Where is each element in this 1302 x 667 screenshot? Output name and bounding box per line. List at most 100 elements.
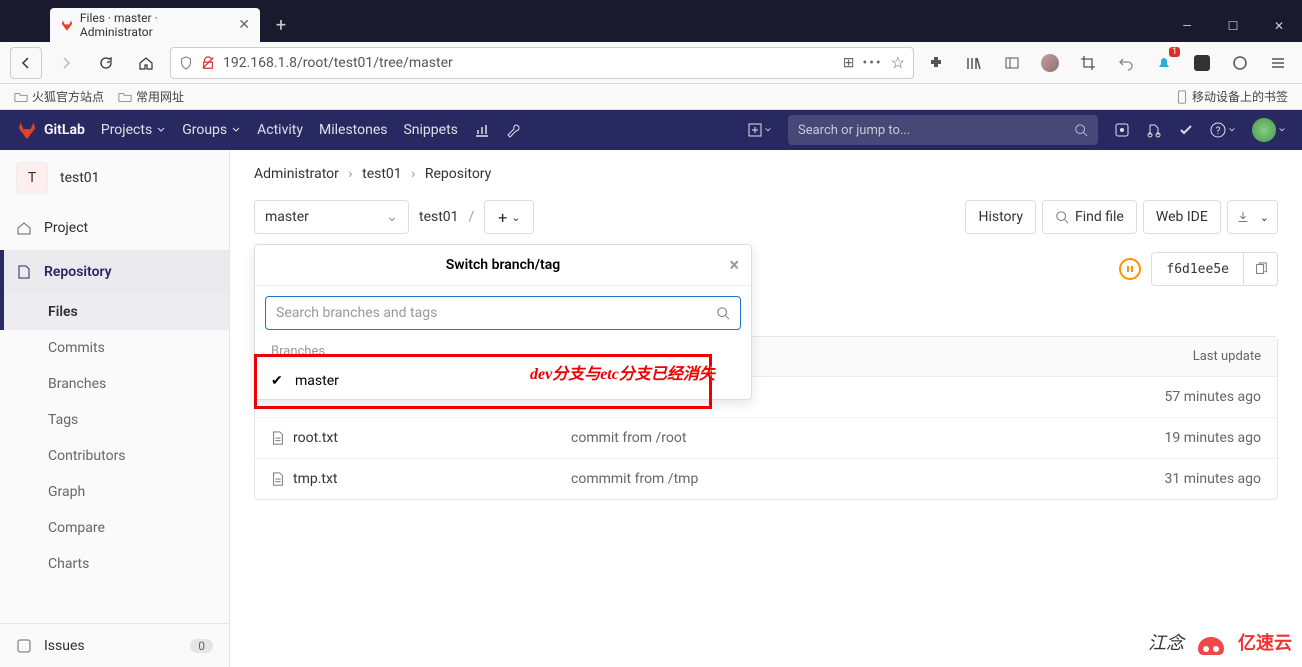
- branch-search-input[interactable]: [276, 305, 716, 321]
- chevron-down-icon: [1278, 126, 1286, 134]
- bookmark-bar: 火狐官方站点 常用网址 移动设备上的书签: [0, 84, 1302, 110]
- user-avatar: [1252, 118, 1276, 142]
- branch-panel-header: Switch branch/tag ×: [255, 245, 751, 286]
- sidebar-sub-branches[interactable]: Branches: [0, 366, 229, 402]
- sidebar-sub-charts[interactable]: Charts: [0, 546, 229, 582]
- nav-reload-button[interactable]: [90, 47, 122, 79]
- library-icon[interactable]: [960, 49, 988, 77]
- nav-home-button[interactable]: [130, 47, 162, 79]
- tab-close-icon[interactable]: ✕: [238, 17, 250, 33]
- nav-groups[interactable]: Groups: [182, 122, 241, 138]
- sidebar-item-issues[interactable]: Issues 0: [0, 623, 229, 667]
- path-separator: /: [469, 209, 475, 225]
- sidebar-project-header[interactable]: T test01: [0, 150, 229, 206]
- more-icon[interactable]: •••: [862, 55, 882, 71]
- sidebar-icon[interactable]: [998, 49, 1026, 77]
- find-file-button[interactable]: Find file: [1042, 200, 1137, 234]
- breadcrumb-repository[interactable]: Repository: [425, 166, 491, 182]
- pipeline-status-pending-icon[interactable]: [1119, 258, 1141, 280]
- nav-activity[interactable]: Activity: [257, 122, 303, 138]
- tab-strip: Files · master · Administrator ✕ +: [0, 0, 296, 42]
- nav-chart-icon[interactable]: [474, 122, 490, 138]
- breadcrumb-project[interactable]: test01: [362, 166, 402, 182]
- nav-wrench-icon[interactable]: [506, 122, 522, 138]
- history-button[interactable]: History: [965, 200, 1036, 234]
- gitlab-header: GitLab Projects Groups Activity Mileston…: [0, 110, 1302, 150]
- table-row[interactable]: tmp.txt commmit from /tmp 31 minutes ago: [255, 459, 1277, 499]
- sidebar-sub-graph[interactable]: Graph: [0, 474, 229, 510]
- copy-sha-button[interactable]: [1244, 252, 1278, 286]
- bookmark-star-icon[interactable]: ☆: [891, 53, 905, 72]
- nav-projects[interactable]: Projects: [101, 122, 166, 138]
- download-button[interactable]: ⌄: [1227, 200, 1278, 234]
- bookmark-firefox[interactable]: 火狐官方站点: [14, 88, 104, 105]
- sidebar-sub-commits[interactable]: Commits: [0, 330, 229, 366]
- shield-icon: [179, 56, 193, 70]
- nav-back-button[interactable]: [10, 47, 42, 79]
- add-file-dropdown[interactable]: +⌄: [484, 200, 534, 234]
- qr-icon[interactable]: ⊞: [843, 55, 855, 71]
- svg-text:?: ?: [1216, 126, 1221, 137]
- chevron-down-icon: ⌄: [511, 211, 520, 224]
- header-todos-icon[interactable]: [1178, 122, 1194, 138]
- col-last-update: Last update: [1101, 349, 1261, 364]
- bookmark-mobile[interactable]: 移动设备上的书签: [1176, 88, 1288, 105]
- window-controls: — ☐ ✕: [1164, 10, 1302, 42]
- path-root[interactable]: test01: [419, 209, 459, 225]
- nav-milestones[interactable]: Milestones: [319, 122, 388, 138]
- close-icon[interactable]: ×: [729, 255, 739, 276]
- header-mr-icon[interactable]: [1146, 122, 1162, 138]
- branch-search[interactable]: [265, 296, 741, 330]
- branch-dropdown[interactable]: master ⌄: [254, 200, 409, 234]
- header-help-icon[interactable]: ?: [1210, 122, 1236, 138]
- header-plus-button[interactable]: [748, 123, 772, 137]
- extension-icon[interactable]: [922, 49, 950, 77]
- notification-icon[interactable]: 1: [1150, 49, 1178, 77]
- sidebar-item-project[interactable]: Project: [0, 206, 229, 250]
- issues-count-badge: 0: [190, 639, 213, 653]
- circle-icon[interactable]: [1226, 49, 1254, 77]
- address-bar[interactable]: 192.168.1.8/root/test01/tree/master ⊞ ••…: [170, 47, 914, 79]
- toolbar-icons: 1: [922, 49, 1292, 77]
- search-input[interactable]: [798, 123, 1074, 138]
- chevron-down-icon: [156, 125, 166, 135]
- header-user-menu[interactable]: [1252, 118, 1286, 142]
- crop-icon[interactable]: [1074, 49, 1102, 77]
- commit-sha: f6d1ee5e: [1151, 252, 1244, 286]
- folder-icon: [118, 90, 132, 104]
- browser-tab-active[interactable]: Files · master · Administrator ✕: [50, 8, 260, 42]
- account-avatar-icon[interactable]: [1036, 49, 1064, 77]
- sidebar-item-repository[interactable]: Repository: [0, 250, 229, 294]
- search-icon: [1055, 210, 1069, 224]
- menu-icon[interactable]: [1264, 49, 1292, 77]
- sidebar-sub-tags[interactable]: Tags: [0, 402, 229, 438]
- nav-snippets[interactable]: Snippets: [403, 122, 457, 138]
- copy-icon: [1254, 262, 1268, 276]
- table-row[interactable]: root.txt commit from /root 19 minutes ag…: [255, 418, 1277, 459]
- sidebar-sub-files[interactable]: Files: [0, 294, 229, 330]
- app-icon[interactable]: [1188, 49, 1216, 77]
- header-issues-icon[interactable]: [1114, 122, 1130, 138]
- search-icon: [716, 306, 730, 320]
- folder-icon: [14, 90, 28, 104]
- undo-icon[interactable]: [1112, 49, 1140, 77]
- breadcrumb-admin[interactable]: Administrator: [254, 166, 339, 182]
- sidebar-sub-contributors[interactable]: Contributors: [0, 438, 229, 474]
- address-text: 192.168.1.8/root/test01/tree/master: [223, 55, 835, 71]
- web-ide-button[interactable]: Web IDE: [1143, 200, 1221, 234]
- watermark: 江念 亿速云: [1148, 621, 1292, 663]
- sidebar-sub-compare[interactable]: Compare: [0, 510, 229, 546]
- watermark-logo-icon: [1190, 621, 1232, 663]
- gitlab-logo[interactable]: GitLab: [16, 119, 85, 141]
- window-close[interactable]: ✕: [1256, 10, 1302, 42]
- project-name: test01: [60, 170, 100, 186]
- new-tab-button[interactable]: +: [266, 10, 296, 40]
- window-maximize[interactable]: ☐: [1210, 10, 1256, 42]
- global-search[interactable]: [788, 115, 1098, 145]
- window-minimize[interactable]: —: [1164, 10, 1210, 42]
- bookmark-common[interactable]: 常用网址: [118, 88, 184, 105]
- annotation-text: dev分支与etc分支已经消失: [530, 360, 715, 384]
- nav-forward-button: [50, 47, 82, 79]
- download-icon: [1236, 210, 1250, 224]
- chevron-down-icon: [764, 126, 772, 134]
